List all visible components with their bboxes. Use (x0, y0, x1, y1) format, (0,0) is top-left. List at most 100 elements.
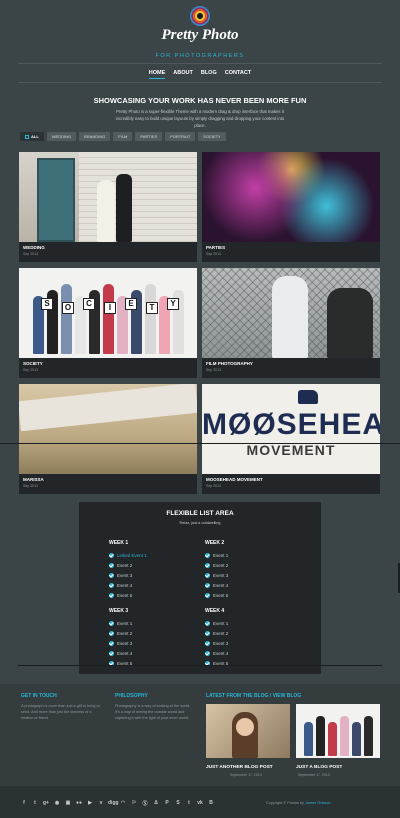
check-circle-icon (109, 592, 114, 598)
filter-wedding[interactable]: WEDDING (46, 132, 77, 141)
youtube-icon[interactable]: ▶ (86, 800, 94, 807)
nav-home[interactable]: HOME (148, 70, 166, 79)
event-item: Event 3 (205, 638, 295, 648)
board-shape (19, 384, 197, 432)
portfolio-title[interactable]: WEDDING (23, 245, 193, 250)
portfolio-item-moosehead[interactable]: MØØSEHEAD MOVEMENT MOOSEHEAD MOVEMENT Sep… (202, 384, 380, 494)
nav-contact[interactable]: CONTACT (225, 70, 251, 79)
portfolio-date: Sep 2013 (206, 368, 221, 372)
portfolio-filters: ALL WEDDING BRANDING FILM PARTIES PORTRA… (20, 132, 226, 141)
sign-letter: T (146, 302, 158, 314)
sign-letter: E (125, 298, 137, 310)
check-circle-icon (109, 582, 114, 588)
divider-line (0, 443, 400, 444)
portfolio-date: Sep 2013 (206, 484, 221, 488)
divider-line (18, 665, 382, 666)
skype-icon[interactable]: S (174, 800, 182, 807)
pinterest-icon[interactable]: P (163, 800, 171, 807)
event-item[interactable]: Linked Event 1 (109, 550, 199, 560)
intro-text: Pretty Photo is a super-flexible Theme w… (115, 109, 285, 128)
blogger-icon[interactable]: B (207, 800, 215, 807)
check-circle-icon (109, 572, 114, 578)
instagram-icon[interactable]: ▣ (64, 800, 72, 807)
week-heading: WEEK 2 (205, 540, 225, 546)
person-shape (364, 716, 373, 756)
moosehead-photo[interactable]: MØØSEHEAD MOVEMENT (202, 384, 380, 474)
flexible-list-area: FLEXIBLE LIST AREA Relax, just a outdwel… (79, 502, 321, 674)
society-photo[interactable]: SOCIETY (19, 268, 197, 358)
site-title[interactable]: Pretty Photo (0, 27, 400, 44)
twitter-icon[interactable]: t (31, 800, 39, 807)
philosophy-heading: PHILOSOPHY (115, 693, 148, 699)
blog-post-title[interactable]: JUST ANOTHER BLOG POST (206, 765, 273, 770)
blog-post-image[interactable] (296, 704, 380, 758)
portfolio-item-marissa[interactable]: MARISSA Sep 2013 (19, 384, 197, 494)
copyright: Copyright © Photos by James Grisson (266, 801, 330, 805)
flickr-icon[interactable]: ●● (75, 800, 83, 807)
filter-all[interactable]: ALL (20, 132, 44, 141)
portfolio-item-film[interactable]: FILM PHOTOGRAPHY Sep 2013 (202, 268, 380, 378)
facebook-icon[interactable]: f (20, 800, 28, 807)
filter-film[interactable]: FILM (113, 132, 133, 141)
google-plus-icon[interactable]: g+ (42, 800, 50, 807)
event-label: Event 2 (213, 630, 229, 636)
week-list: WEEK 4 Event 1 Event 2 Event 3 Event 4 Event … (205, 608, 295, 668)
marissa-photo[interactable] (19, 384, 197, 474)
week-list: WEEK 1 Linked Event 1 Event 2 Event 3 Event … (109, 540, 199, 600)
digg-icon[interactable]: digg (108, 800, 119, 807)
vk-icon[interactable]: vk (196, 800, 204, 807)
event-label: Event 3 (213, 640, 229, 646)
event-item: Event 3 (109, 638, 199, 648)
blog-heading[interactable]: LATEST FROM THE BLOG / VIEW BLOG (206, 693, 301, 699)
lastfm-icon[interactable]: ⚐ (130, 800, 138, 807)
check-circle-icon (109, 552, 114, 558)
portfolio-title[interactable]: MARISSA (23, 477, 193, 482)
event-item: Event 5 (205, 658, 295, 668)
get-in-touch-heading: GET IN TOUCH (21, 693, 57, 699)
person-shape (352, 722, 361, 756)
deviantart-icon[interactable]: Δ (152, 800, 160, 807)
vimeo-icon[interactable]: v (97, 800, 105, 807)
film-photo[interactable] (202, 268, 380, 358)
blog-post-title[interactable]: JUST A BLOG POST (296, 765, 342, 770)
event-item: Event 5 (205, 590, 295, 600)
face-shape (236, 718, 254, 736)
event-item: Event 2 (205, 628, 295, 638)
rss-icon[interactable]: ◠ (119, 800, 127, 807)
sign-letter: S (41, 298, 53, 310)
check-circle-icon (205, 650, 210, 656)
person-shape (61, 284, 72, 354)
dribbble-icon[interactable]: ◉ (53, 800, 61, 807)
parties-photo[interactable] (202, 152, 380, 242)
nav-blog[interactable]: BLOG (201, 70, 217, 79)
event-label: Event 5 (117, 592, 133, 598)
portfolio-date: Sep 2013 (23, 252, 38, 256)
grid-icon (25, 134, 29, 139)
portfolio-date: Sep 2013 (23, 484, 38, 488)
portfolio-title[interactable]: MOOSEHEAD MOVEMENT (206, 477, 376, 482)
portfolio-date: Sep 2013 (206, 252, 221, 256)
check-circle-icon (109, 650, 114, 656)
portfolio-item-wedding[interactable]: WEDDING Sep 2013 (19, 152, 197, 262)
portfolio-title[interactable]: FILM PHOTOGRAPHY (206, 361, 376, 366)
author-link[interactable]: James Grisson (305, 801, 330, 805)
week-list: WEEK 3 Event 1 Event 2 Event 3 Event 4 Event … (109, 608, 199, 668)
check-circle-icon (109, 640, 114, 646)
stumbleupon-icon[interactable]: Ⓢ (141, 800, 149, 807)
filter-society[interactable]: SOCIETY (198, 132, 226, 141)
nav-divider (18, 82, 382, 83)
main-nav: HOME ABOUT BLOG CONTACT (0, 70, 400, 79)
blog-post-image[interactable] (206, 704, 290, 758)
portfolio-title[interactable]: PARTIES (206, 245, 376, 250)
tumblr-icon[interactable]: t (185, 800, 193, 807)
wedding-photo[interactable] (19, 152, 197, 242)
portfolio-title[interactable]: SOCIETY (23, 361, 193, 366)
filter-portrait[interactable]: PORTRAIT (165, 132, 196, 141)
filter-parties[interactable]: PARTIES (135, 132, 163, 141)
nav-about[interactable]: ABOUT (173, 70, 193, 79)
filter-branding[interactable]: BRANDING (79, 132, 111, 141)
event-item: Event 5 (109, 590, 199, 600)
portfolio-item-society[interactable]: SOCIETY SOCIETY Sep 2013 (19, 268, 197, 378)
site-logo-icon[interactable] (190, 6, 210, 26)
portfolio-item-parties[interactable]: PARTIES Sep 2013 (202, 152, 380, 262)
